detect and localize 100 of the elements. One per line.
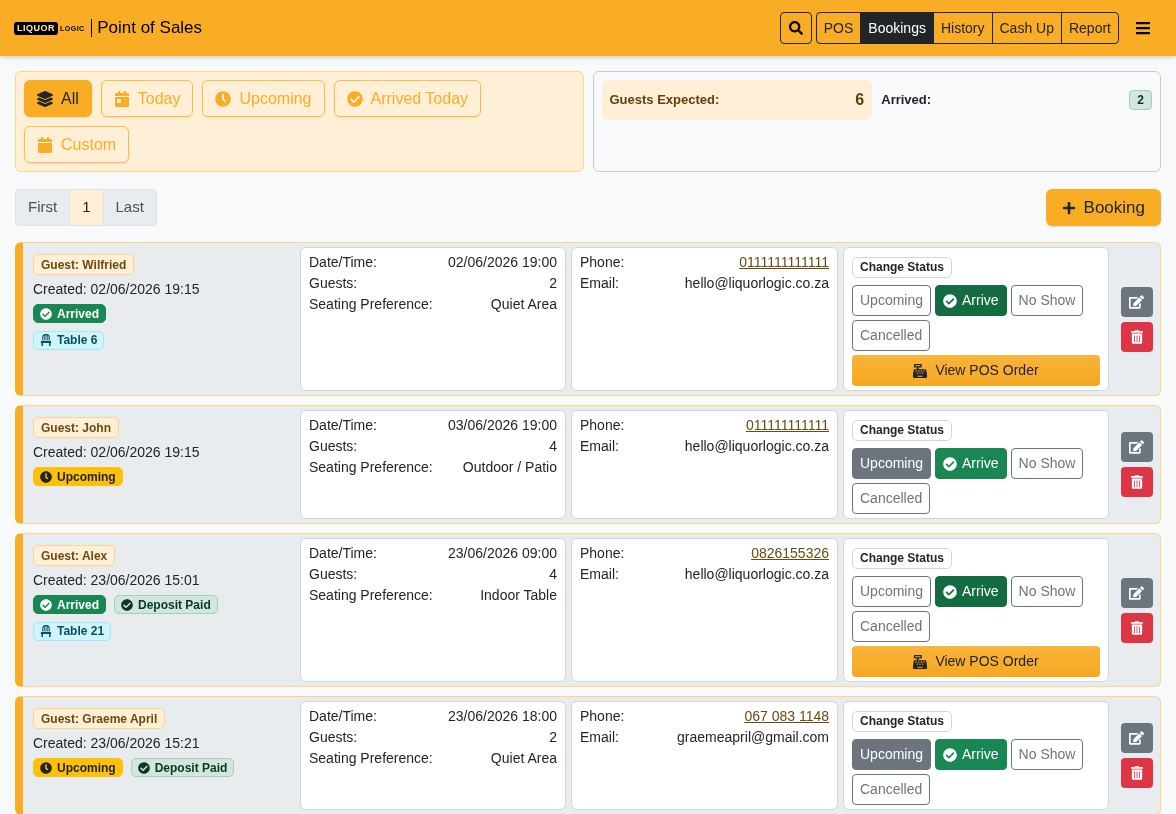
detail-label: Guests:: [309, 437, 358, 456]
guest-tag: Guest: Wilfried: [33, 254, 135, 275]
guests-expected-value: 6: [855, 90, 865, 110]
status-button[interactable]: Upcoming: [852, 576, 932, 607]
status-button[interactable]: Arrive: [935, 285, 1007, 316]
delete-button[interactable]: [1120, 467, 1153, 497]
detail-value: Quiet Area: [490, 749, 557, 768]
page-button[interactable]: 1: [69, 190, 103, 225]
layers-icon: [37, 90, 53, 107]
detail-value: 2: [549, 274, 557, 293]
status-button[interactable]: Upcoming: [852, 448, 932, 479]
status-button[interactable]: Arrive: [935, 739, 1007, 770]
guest-tag: Guest: Graeme April: [33, 708, 166, 729]
status-button[interactable]: No Show: [1010, 448, 1084, 479]
search-icon: [788, 21, 803, 35]
detail-label: Date/Time:: [309, 707, 377, 726]
status-button[interactable]: No Show: [1010, 285, 1084, 316]
trash-icon: [1130, 766, 1143, 780]
detail-label: Guests:: [309, 565, 358, 584]
contact-label: Email:: [580, 565, 619, 584]
edit-icon: [1129, 440, 1144, 454]
change-status-label: Change Status: [852, 710, 952, 732]
badge-label: Deposit Paid: [154, 761, 228, 774]
badge-label: Arrived: [57, 307, 100, 320]
phone-link[interactable]: 0111111111111: [739, 252, 829, 273]
detail-label: Date/Time:: [309, 544, 377, 563]
detail-label: Seating Preference:: [309, 749, 433, 768]
nav-tab[interactable]: Report: [1060, 13, 1118, 43]
contact-value: hello@liquorlogic.co.za: [684, 437, 829, 456]
arrived-label: Arrived:: [881, 91, 932, 110]
nav-tab[interactable]: POS: [816, 13, 861, 43]
status-button[interactable]: Upcoming: [852, 285, 932, 316]
badge-label: Arrived: [57, 598, 100, 611]
page-button[interactable]: First: [16, 190, 70, 225]
phone-link[interactable]: 011111111111: [745, 415, 829, 436]
edit-button[interactable]: [1120, 286, 1153, 317]
contact-value: graemeapril@gmail.com: [677, 728, 829, 747]
detail-value: Outdoor / Patio: [462, 458, 557, 477]
status-button[interactable]: Cancelled: [852, 483, 931, 514]
created-text: Created: 23/06/2026 15:21: [33, 734, 200, 752]
clock-icon: [40, 470, 52, 483]
badge-label: Upcoming: [57, 470, 116, 483]
chair-icon: [40, 625, 52, 637]
change-status-label: Change Status: [852, 256, 952, 278]
detail-value: 4: [549, 437, 557, 456]
phone-link[interactable]: 0826155326: [751, 543, 829, 564]
guest-tag: Guest: Alex: [33, 545, 116, 566]
edit-button[interactable]: [1120, 432, 1153, 462]
status-button[interactable]: Cancelled: [852, 774, 931, 805]
badge-label: Upcoming: [57, 761, 116, 774]
cash-register-icon: [913, 654, 928, 669]
cash-register-icon: [913, 363, 928, 378]
guests-expected-label: Guests Expected:: [609, 91, 720, 110]
contact-label: Email:: [580, 437, 619, 456]
phone-link[interactable]: 067 083 1148: [744, 706, 829, 727]
badge-label: Table 6: [57, 334, 98, 346]
badge-label: Deposit Paid: [138, 598, 211, 611]
clock-icon: [215, 90, 232, 107]
filter-button[interactable]: All: [24, 80, 92, 117]
status-button[interactable]: No Show: [1010, 739, 1084, 770]
status-button[interactable]: Upcoming: [852, 739, 932, 770]
change-status-label: Change Status: [852, 419, 952, 441]
status-button[interactable]: No Show: [1010, 576, 1084, 607]
created-text: Created: 02/06/2026 19:15: [33, 443, 200, 461]
nav-tab[interactable]: Cash Up: [991, 13, 1061, 43]
app-title: Point of Sales: [97, 17, 203, 40]
delete-button[interactable]: [1120, 321, 1153, 352]
detail-label: Guests:: [309, 728, 358, 747]
plus-icon: [1061, 200, 1076, 215]
view-pos-order-button[interactable]: View POS Order: [852, 646, 1100, 677]
edit-button[interactable]: [1120, 723, 1153, 753]
nav-tab[interactable]: Bookings: [860, 13, 933, 43]
created-text: Created: 23/06/2026 15:01: [33, 571, 200, 589]
trash-icon: [1130, 329, 1143, 344]
nav-tab[interactable]: History: [932, 13, 992, 43]
view-pos-order-button[interactable]: View POS Order: [852, 355, 1100, 386]
delete-button[interactable]: [1120, 612, 1153, 643]
status-button[interactable]: Arrive: [935, 448, 1007, 479]
clock-icon: [40, 761, 52, 774]
menu-button[interactable]: [1135, 20, 1151, 36]
contact-label: Phone:: [580, 416, 625, 435]
trash-icon: [1130, 475, 1143, 489]
menu-icon: [1135, 20, 1151, 36]
status-button[interactable]: Cancelled: [852, 611, 931, 642]
badge-label: Table 21: [57, 625, 105, 637]
detail-label: Date/Time:: [309, 416, 377, 435]
status-button[interactable]: Cancelled: [852, 320, 931, 351]
detail-value: Indoor Table: [480, 586, 557, 605]
page-button[interactable]: Last: [102, 190, 156, 225]
contact-label: Email:: [580, 274, 619, 293]
contact-label: Phone:: [580, 544, 625, 563]
edit-button[interactable]: [1120, 577, 1153, 608]
detail-value: 4: [549, 565, 557, 584]
add-booking-button[interactable]: Booking: [1045, 189, 1161, 226]
status-button[interactable]: Arrive: [935, 576, 1007, 607]
edit-icon: [1129, 585, 1144, 600]
delete-button[interactable]: [1120, 758, 1153, 788]
contact-label: Phone:: [580, 253, 625, 272]
contact-value: hello@liquorlogic.co.za: [684, 565, 829, 584]
search-button[interactable]: [779, 12, 812, 44]
